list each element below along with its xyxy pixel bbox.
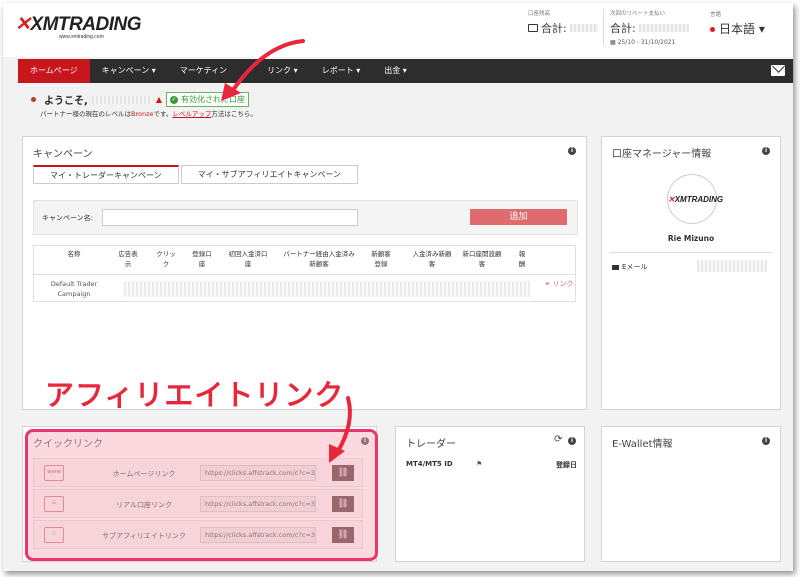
level-mid: です。 <box>153 110 173 118</box>
manager-email: Eメール <box>612 262 647 272</box>
user-name-blurred <box>91 95 152 104</box>
info-icon[interactable]: i <box>762 437 770 445</box>
rebate-period: 25/10 - 31/10/2021 <box>617 39 676 46</box>
add-button[interactable]: 追加 <box>470 209 567 225</box>
xm-logo[interactable]: ✕XMTRADING www.xmtrading.com <box>15 13 141 40</box>
welcome-line: ようこそ, ▲ ✓ 有効化された口座 <box>31 92 249 107</box>
row-campaign-name: Default Trader Campaign <box>50 280 98 298</box>
logo-text: XMTRADING <box>30 14 141 35</box>
nav-home[interactable]: ホームページ <box>18 59 90 83</box>
language-value: 日本語 ▾ <box>719 22 765 36</box>
status-badge: ✓ 有効化された口座 <box>165 92 249 107</box>
japan-flag-icon <box>710 27 715 32</box>
mail-icon[interactable] <box>771 65 785 76</box>
col-first-deposit: 初回入金済口座 <box>228 250 268 268</box>
row-link-button[interactable]: ⚭ リンク <box>544 279 574 289</box>
account-balance-label: 口座残高 <box>528 11 551 17</box>
row-values-blurred <box>124 281 530 297</box>
mt-id-label: MT4/MT5 ID <box>406 460 453 468</box>
refresh-icon[interactable]: ⟳ <box>554 434 562 445</box>
campaign-name-label: キャンペーン名: <box>42 214 94 222</box>
manager-title: 口座マネージャー情報 <box>612 149 712 160</box>
info-icon[interactable]: i <box>568 147 576 155</box>
level-suffix: 方法はこちら。 <box>211 110 257 118</box>
rebate-total-label: 合計: <box>610 22 636 35</box>
annotation-highlight-box <box>25 429 378 561</box>
col-impressions: 広告表示 <box>118 250 138 268</box>
col-registered: 登録口座 <box>192 250 212 268</box>
campaign-panel: キャンペーン i マイ・トレーダーキャンペーン マイ・サブアフィリエイトキャンペ… <box>22 136 587 410</box>
reg-date-label: 登録日 <box>556 461 577 469</box>
user-dot-icon <box>31 97 36 102</box>
account-total-label: 合計: <box>541 22 567 35</box>
rebate-total-value <box>638 24 689 32</box>
col-new-clients: 新顧客登録 <box>371 250 391 268</box>
tab-trader-campaign[interactable]: マイ・トレーダーキャンペーン <box>33 165 179 184</box>
col-clicks: クリック <box>156 250 176 268</box>
col-partner-deposit: パートナー経由入金済み新顧客 <box>283 250 355 268</box>
manager-divider <box>610 252 772 253</box>
tab-subaffiliate-campaign[interactable]: マイ・サブアフィリエイトキャンペーン <box>180 165 359 184</box>
row-link-label: リンク <box>552 280 574 288</box>
table-divider <box>34 274 575 275</box>
welcome-greeting: ようこそ, <box>44 96 88 107</box>
campaign-title: キャンペーン <box>33 149 93 160</box>
campaign-table: 名称 広告表示 クリック 登録口座 初回入金済口座 パートナー経由入金済み新顧客… <box>33 245 576 302</box>
manager-avatar: ✕XMTRADING <box>667 174 723 224</box>
info-icon[interactable]: i <box>762 147 770 155</box>
nav-marketing[interactable]: マーケティン <box>168 59 255 83</box>
wallet-icon <box>528 24 538 32</box>
nav-campaign[interactable]: キャンペーン ▾ <box>90 59 168 83</box>
col-name: 名称 <box>67 250 81 258</box>
status-text: 有効化された口座 <box>180 95 245 104</box>
bell-icon[interactable]: ▲ <box>156 95 162 104</box>
country-icon: ⚑ <box>476 460 483 468</box>
trader-panel: トレーダー ⟳ i MT4/MT5 ID ⚑ 登録日 <box>395 426 585 562</box>
email-label: Eメール <box>622 263 648 271</box>
level-value: Bronze <box>131 110 154 118</box>
col-new-accounts: 新口座開設顧客 <box>462 250 502 268</box>
language-label: 言語 <box>710 12 722 18</box>
next-rebate: 次回のリベート支払い 合計: ▦ 25/10 - 31/10/2021 <box>603 9 689 46</box>
level-prefix: パートナー様の現在のレベルは <box>40 110 131 118</box>
col-commission: 報酬 <box>518 250 526 268</box>
ewallet-panel: E-Wallet情報 i <box>601 426 781 562</box>
manager-name: Rie Mizuno <box>667 234 715 243</box>
nav-withdrawal[interactable]: 出金 ▾ <box>372 59 419 83</box>
info-icon[interactable]: i <box>568 437 576 445</box>
campaign-name-input[interactable] <box>102 209 358 226</box>
envelope-icon <box>612 264 619 270</box>
main-nav: ホームページ キャンペーン ▾ マーケティン リンク ▾ レポート ▾ 出金 ▾ <box>18 59 793 83</box>
ewallet-title: E-Wallet情報 <box>612 439 673 450</box>
col-deposited-clients: 入金済み新顧客 <box>412 250 452 268</box>
language-selector[interactable]: 言語 日本語 ▾ <box>710 10 765 37</box>
campaign-form: キャンペーン名: 追加 <box>33 200 578 235</box>
calendar-icon: ▦ <box>610 39 616 46</box>
nav-links[interactable]: リンク ▾ <box>255 59 310 83</box>
nav-reports[interactable]: レポート ▾ <box>310 59 373 83</box>
trader-title: トレーダー <box>406 439 456 450</box>
top-header: ✕XMTRADING www.xmtrading.com 口座残高 合計: 次回… <box>3 3 793 57</box>
manager-panel: 口座マネージャー情報 i ✕XMTRADING Rie Mizuno Eメール <box>601 136 781 410</box>
partner-level-line: パートナー様の現在のレベルはBronzeです。レベルアップ方法はこちら。 <box>40 108 257 118</box>
rebate-label: 次回のリベート支払い <box>610 11 666 17</box>
account-balance: 口座残高 合計: <box>528 9 598 36</box>
link-icon: ⚭ <box>544 280 551 288</box>
app-window: ✕XMTRADING www.xmtrading.com 口座残高 合計: 次回… <box>3 3 793 571</box>
avatar-text: XMTRADING <box>674 195 724 204</box>
level-up-link[interactable]: レベルアップ <box>172 110 211 118</box>
annotation-label: アフィリエイトリンク <box>45 378 345 412</box>
manager-email-blurred[interactable] <box>697 260 767 272</box>
account-total-value <box>569 24 598 32</box>
check-icon: ✓ <box>169 95 178 104</box>
campaign-tabs: マイ・トレーダーキャンペーン マイ・サブアフィリエイトキャンペーン <box>33 165 360 184</box>
